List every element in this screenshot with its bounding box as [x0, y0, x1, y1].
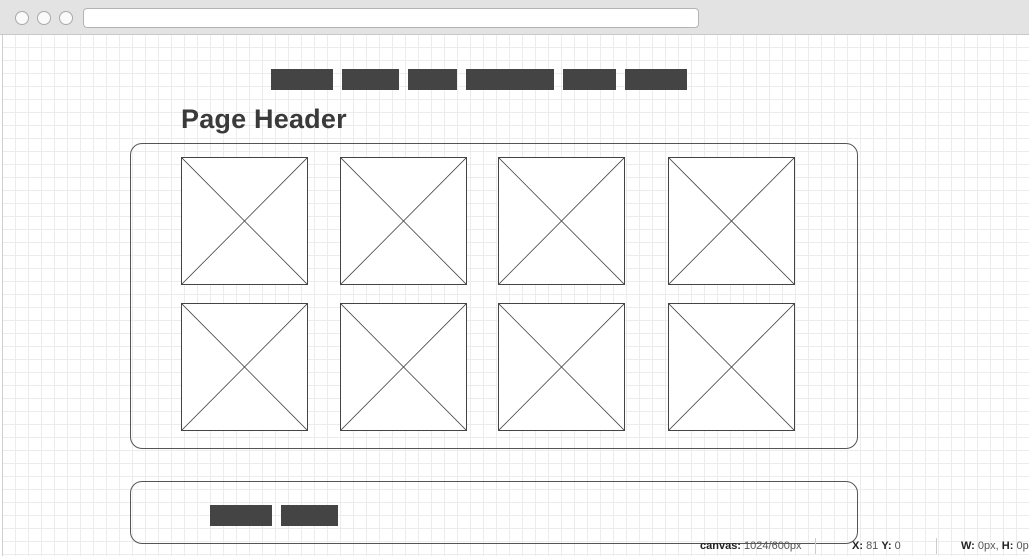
image-thumbnail[interactable]	[340, 303, 467, 431]
image-placeholder-icon	[499, 158, 624, 284]
image-placeholder-icon	[182, 304, 307, 430]
window-maximize-icon[interactable]	[59, 11, 73, 25]
image-thumbnail[interactable]	[498, 303, 625, 431]
image-thumbnail[interactable]	[181, 303, 308, 431]
status-divider	[815, 538, 816, 554]
image-placeholder-icon	[499, 304, 624, 430]
footer-button-2[interactable]	[281, 505, 338, 526]
image-placeholder-icon	[182, 158, 307, 284]
status-divider	[936, 538, 937, 554]
nav-item-5[interactable]	[563, 69, 616, 90]
image-thumbnail[interactable]	[340, 157, 467, 285]
browser-toolbar	[0, 0, 1029, 35]
image-placeholder-icon	[341, 304, 466, 430]
nav-item-2[interactable]	[342, 69, 399, 90]
canvas-size-readout: canvas: 1024/600px	[700, 540, 802, 552]
footer-button-1[interactable]	[210, 505, 272, 526]
selection-size-readout: W: 0px, H: 0p	[961, 540, 1029, 552]
window-close-icon[interactable]	[15, 11, 29, 25]
image-thumbnail[interactable]	[668, 303, 795, 431]
nav-item-4[interactable]	[466, 69, 554, 90]
cursor-position-readout: X: 81 Y: 0	[852, 540, 901, 552]
image-placeholder-icon	[669, 158, 794, 284]
image-thumbnail[interactable]	[498, 157, 625, 285]
image-placeholder-icon	[341, 158, 466, 284]
nav-item-3[interactable]	[408, 69, 457, 90]
image-thumbnail[interactable]	[181, 157, 308, 285]
nav-item-6[interactable]	[625, 69, 687, 90]
image-thumbnail[interactable]	[668, 157, 795, 285]
status-bar: canvas: 1024/600px X: 81 Y: 0 W: 0px, H:…	[0, 536, 1029, 556]
page-title: Page Header	[181, 104, 347, 134]
address-bar[interactable]	[83, 8, 699, 28]
window-minimize-icon[interactable]	[37, 11, 51, 25]
nav-item-1[interactable]	[271, 69, 333, 90]
image-placeholder-icon	[669, 304, 794, 430]
